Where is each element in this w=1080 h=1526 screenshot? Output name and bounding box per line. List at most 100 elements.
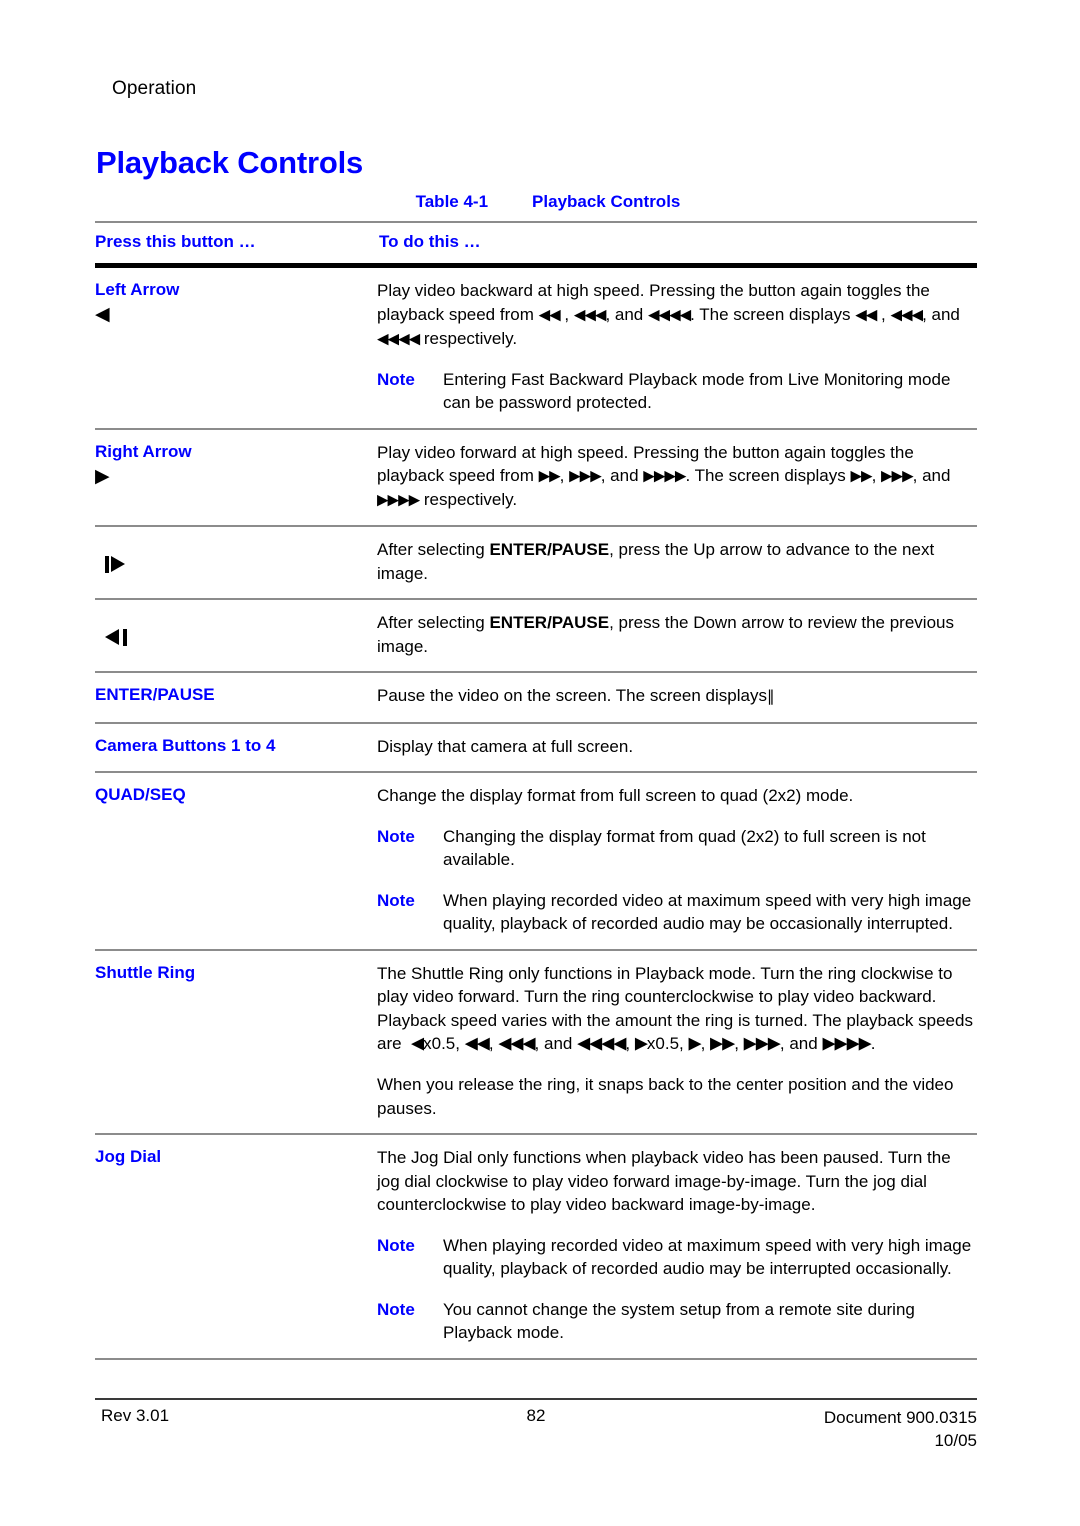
table-caption-number: Table 4-1 bbox=[415, 192, 489, 211]
rewind-half-glyph: ◀ bbox=[411, 1033, 424, 1054]
note-tag: Note bbox=[377, 1235, 415, 1255]
note-block: Note When playing recorded video at maxim… bbox=[377, 889, 977, 936]
table-bottom-rule bbox=[95, 1357, 977, 1360]
row-button-cell: Jog Dial bbox=[95, 1133, 377, 1358]
note-block: Note Changing the display format from qua… bbox=[377, 825, 977, 872]
forward-half-glyph: ▶ bbox=[634, 1033, 648, 1054]
description-paragraph: Pause the video on the screen. The scree… bbox=[377, 686, 774, 705]
forward-x4-glyph: ▶▶▶▶ bbox=[377, 490, 420, 509]
table-row: After selecting ENTER/PAUSE, press the D… bbox=[95, 598, 977, 672]
row-button-cell: Shuttle Ring bbox=[95, 948, 377, 1134]
table-caption-title: Playback Controls bbox=[532, 192, 681, 211]
description-paragraph: When you release the ring, it snaps back… bbox=[377, 1075, 954, 1118]
row-description-cell: Pause the video on the screen. The scree… bbox=[377, 671, 977, 723]
row-description-cell: Play video backward at high speed. Press… bbox=[377, 268, 977, 429]
table-row: Left Arrow ◀ Play video backward at high… bbox=[95, 268, 977, 429]
footer-document-info: Document 900.0315 10/05 bbox=[824, 1406, 977, 1452]
left-arrow-glyph: ◀ bbox=[95, 304, 110, 325]
description-paragraph: After selecting ENTER/PAUSE, press the U… bbox=[377, 540, 935, 583]
note-tag: Note bbox=[377, 826, 415, 846]
row-description-cell: Display that camera at full screen. bbox=[377, 721, 977, 772]
rewind-x3-glyph: ◀◀◀ bbox=[890, 305, 923, 323]
rewind-x2-glyph: ◀◀ bbox=[855, 305, 877, 323]
row-button-cell: ENTER/PAUSE bbox=[95, 671, 377, 723]
forward-x2-glyph: ▶▶ bbox=[538, 466, 561, 485]
row-button-cell: QUAD/SEQ bbox=[95, 771, 377, 950]
button-label: Left Arrow bbox=[95, 280, 180, 299]
description-paragraph: After selecting ENTER/PAUSE, press the D… bbox=[377, 613, 954, 656]
column-header-button: Press this button … bbox=[95, 232, 256, 251]
table-row: After selecting ENTER/PAUSE, press the U… bbox=[95, 525, 977, 599]
running-header: Operation bbox=[112, 78, 197, 99]
table-caption: Table 4-1 Playback Controls bbox=[95, 192, 977, 221]
table-grid: Press this button … To do this … bbox=[95, 223, 977, 263]
column-header-action: To do this … bbox=[379, 232, 481, 251]
document-page: Operation Playback Controls Table 4-1 Pla… bbox=[0, 0, 1080, 1526]
note-tag: Note bbox=[377, 369, 415, 389]
row-description-cell: After selecting ENTER/PAUSE, press the U… bbox=[377, 525, 977, 599]
button-label: Right Arrow bbox=[95, 441, 192, 461]
row-button-cell bbox=[95, 598, 377, 672]
rewind-x4-glyph: ◀◀◀◀ bbox=[577, 1033, 626, 1054]
rewind-x2-glyph: ◀◀ bbox=[464, 1033, 490, 1054]
button-label: Camera Buttons 1 to 4 bbox=[95, 735, 276, 755]
right-arrow-glyph: ▶ bbox=[95, 465, 110, 487]
step-forward-icon bbox=[103, 552, 377, 578]
rewind-x3-glyph: ◀◀◀ bbox=[573, 305, 607, 323]
description-paragraph: Play video forward at high speed. Pressi… bbox=[377, 442, 951, 510]
row-button-cell: Camera Buttons 1 to 4 bbox=[95, 721, 377, 772]
description-paragraph: The Shuttle Ring only functions in Playb… bbox=[377, 963, 973, 1054]
page-title: Playback Controls bbox=[96, 144, 364, 180]
forward-x2-glyph: ▶▶ bbox=[710, 1033, 735, 1054]
note-text: When playing recorded video at maximum s… bbox=[443, 890, 972, 934]
note-text: When playing recorded video at maximum s… bbox=[443, 1235, 972, 1279]
row-description-cell: Change the display format from full scre… bbox=[377, 771, 977, 950]
rewind-x3-glyph: ◀◀◀ bbox=[498, 1033, 535, 1054]
note-text: You cannot change the system setup from … bbox=[443, 1299, 915, 1343]
table-row: ENTER/PAUSE Pause the video on the scree… bbox=[95, 671, 977, 723]
forward-x3-glyph: ▶▶▶ bbox=[569, 466, 602, 485]
footer-date: 10/05 bbox=[934, 1431, 977, 1450]
note-tag: Note bbox=[377, 1299, 415, 1319]
description-paragraph: Play video backward at high speed. Press… bbox=[377, 281, 960, 348]
note-tag: Note bbox=[377, 890, 415, 910]
row-description-cell: Play video forward at high speed. Pressi… bbox=[377, 427, 977, 526]
forward-x3-glyph: ▶▶▶ bbox=[881, 466, 914, 485]
table-row: Shuttle Ring The Shuttle Ring only funct… bbox=[95, 948, 977, 1134]
table-header-row: Press this button … To do this … bbox=[95, 223, 977, 263]
note-block: Note You cannot change the system setup f… bbox=[377, 1298, 977, 1345]
button-label: QUAD/SEQ bbox=[95, 785, 186, 804]
note-block: Note Entering Fast Backward Playback mode… bbox=[377, 368, 977, 415]
forward-x3-glyph: ▶▶▶ bbox=[743, 1033, 781, 1054]
button-label: Jog Dial bbox=[95, 1147, 162, 1166]
button-label: ENTER/PAUSE bbox=[95, 685, 215, 704]
forward-x4-glyph: ▶▶▶▶ bbox=[822, 1033, 871, 1054]
description-paragraph: Change the display format from full scre… bbox=[377, 786, 854, 805]
enter-pause-keyword: ENTER/PAUSE bbox=[489, 613, 610, 632]
row-button-cell: Right Arrow ▶ bbox=[95, 427, 377, 526]
enter-pause-keyword: ENTER/PAUSE bbox=[489, 540, 610, 559]
row-button-cell bbox=[95, 525, 377, 599]
step-backward-icon bbox=[103, 625, 377, 651]
table-row: Jog Dial The Jog Dial only functions whe… bbox=[95, 1133, 977, 1358]
pause-glyph: ‖ bbox=[766, 687, 774, 705]
rewind-x4-glyph: ◀◀◀◀ bbox=[377, 329, 420, 347]
row-description-cell: The Shuttle Ring only functions in Playb… bbox=[377, 948, 977, 1134]
note-text: Changing the display format from quad (2… bbox=[443, 826, 926, 870]
note-block: Note When playing recorded video at maxim… bbox=[377, 1234, 977, 1281]
description-paragraph: Display that camera at full screen. bbox=[377, 736, 634, 756]
table-row: Right Arrow ▶ Play video forward at high… bbox=[95, 427, 977, 526]
note-text: Entering Fast Backward Playback mode fro… bbox=[443, 369, 951, 413]
forward-x2-glyph: ▶▶ bbox=[850, 466, 872, 485]
forward-x1-glyph: ▶ bbox=[688, 1033, 702, 1054]
table-row: Camera Buttons 1 to 4 Display that camer… bbox=[95, 721, 977, 772]
description-paragraph: The Jog Dial only functions when playbac… bbox=[377, 1148, 951, 1214]
forward-x4-glyph: ▶▶▶▶ bbox=[643, 466, 686, 485]
footer-rule bbox=[95, 1398, 977, 1400]
row-description-cell: The Jog Dial only functions when playbac… bbox=[377, 1133, 977, 1358]
footer-document-id: Document 900.0315 bbox=[823, 1408, 977, 1427]
row-description-cell: After selecting ENTER/PAUSE, press the D… bbox=[377, 598, 977, 672]
playback-controls-table: Table 4-1 Playback Controls Press this bu… bbox=[95, 192, 977, 1360]
table-body: Left Arrow ◀ Play video backward at high… bbox=[95, 268, 977, 1358]
table-row: QUAD/SEQ Change the display format from … bbox=[95, 771, 977, 950]
